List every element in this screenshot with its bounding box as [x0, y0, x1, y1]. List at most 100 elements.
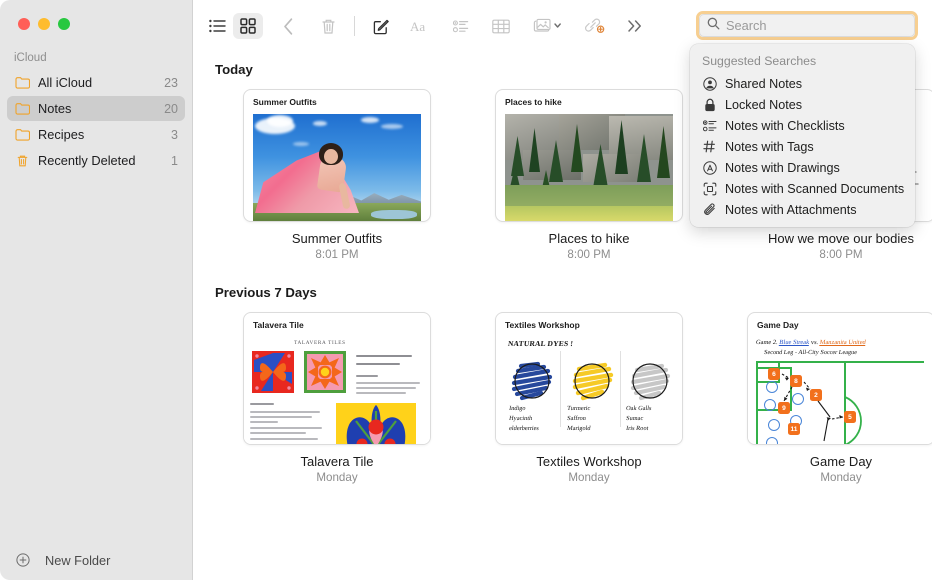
note-card-places-to-hike[interactable]: Places to hike: [463, 89, 715, 261]
note-card-textiles-workshop[interactable]: Textiles Workshop NATURAL DYES !: [463, 312, 715, 484]
new-folder-button[interactable]: New Folder: [0, 540, 192, 580]
sidebar-item-recently-deleted[interactable]: Recently Deleted 1: [7, 148, 185, 173]
suggested-search-locked-notes[interactable]: Locked Notes: [690, 94, 915, 115]
gallery-view-icon[interactable]: [233, 13, 263, 39]
talavera-tile-yellow: [336, 403, 416, 444]
suggested-search-label: Notes with Attachments: [725, 203, 857, 217]
note-card-thumbnail[interactable]: Summer Outfits: [243, 89, 431, 222]
sidebar-item-label: Recipes: [38, 127, 171, 142]
dye-label-line-2: Saffron: [566, 415, 586, 423]
note-card-time: 8:00 PM: [463, 246, 715, 261]
talavera-tile-red: [252, 351, 294, 393]
suggested-search-notes-with-tags[interactable]: Notes with Tags: [690, 136, 915, 157]
dye-swatch-indigo: [508, 355, 556, 403]
dye-label-line-1: Oak Galls: [625, 405, 652, 413]
note-card-heading: Textiles Workshop: [496, 313, 682, 334]
note-card-talavera-tile[interactable]: Talavera Tile TALAVERA TILES: [211, 312, 463, 484]
sidebar-item-count: 20: [164, 102, 178, 116]
natural-dye-swatches: NATURAL DYES !: [496, 337, 682, 444]
sidebar-item-label: Recently Deleted: [38, 153, 171, 168]
scan-document-icon: [702, 181, 717, 196]
search-input[interactable]: Search: [699, 14, 915, 37]
note-card-time: Monday: [463, 469, 715, 484]
search-field[interactable]: Search: [696, 11, 918, 40]
sidebar-section-label: iCloud: [0, 30, 192, 70]
lock-icon: [702, 97, 717, 112]
note-card-preview: NATURAL DYES !: [496, 337, 682, 444]
note-card-heading: Game Day: [748, 313, 932, 334]
more-chevrons-icon[interactable]: [620, 13, 650, 39]
svg-text:Aa: Aa: [410, 19, 425, 34]
note-card-title: Summer Outfits: [211, 222, 463, 246]
dye-label-line-3: elderberries: [508, 425, 539, 433]
suggested-search-shared-notes[interactable]: Shared Notes: [690, 73, 915, 94]
suggested-search-label: Shared Notes: [725, 77, 802, 91]
note-card-thumbnail[interactable]: Talavera Tile TALAVERA TILES: [243, 312, 431, 445]
note-card-heading: Talavera Tile: [244, 313, 430, 334]
format-text-icon[interactable]: Aa: [406, 13, 436, 39]
note-card-game-day[interactable]: Game Day Game 2. Blue Streak vs. Manzani…: [715, 312, 932, 484]
note-card-preview: Game 2. Blue Streak vs. Manzanita United…: [748, 337, 932, 444]
note-card-time: Monday: [715, 469, 932, 484]
group-heading-previous-7-days: Previous 7 Days: [193, 261, 932, 300]
notes-window: iCloud All iCloud 23 Notes 20: [0, 0, 932, 580]
folder-icon: [14, 126, 31, 143]
sidebar-item-all-icloud[interactable]: All iCloud 23: [7, 70, 185, 95]
sidebar-item-notes[interactable]: Notes 20: [7, 96, 185, 121]
dye-label-line-2: Hyacinth: [508, 415, 532, 423]
back-chevron-icon[interactable]: [273, 13, 303, 39]
note-card-time: 8:00 PM: [715, 246, 932, 261]
sidebar: iCloud All iCloud 23 Notes 20: [0, 0, 193, 580]
note-card-preview: [244, 114, 430, 221]
paperclip-icon: [702, 202, 717, 217]
note-card-thumbnail[interactable]: Textiles Workshop NATURAL DYES !: [495, 312, 683, 445]
photo-mountain-trees: [505, 114, 673, 221]
note-card-time: Monday: [211, 469, 463, 484]
suggested-search-notes-with-drawings[interactable]: Notes with Drawings: [690, 157, 915, 178]
note-card-summer-outfits[interactable]: Summer Outfits: [211, 89, 463, 261]
drawing-icon: [702, 160, 717, 175]
talavera-date-line: [356, 363, 400, 365]
dye-label-line-1: Turmeric: [566, 405, 590, 413]
share-link-icon[interactable]: [580, 13, 610, 39]
sidebar-item-count: 23: [164, 76, 178, 90]
plus-circle-icon: [14, 552, 31, 569]
suggested-search-notes-with-checklists[interactable]: Notes with Checklists: [690, 115, 915, 136]
note-card-heading: Places to hike: [496, 90, 682, 111]
table-icon[interactable]: [486, 13, 516, 39]
dye-swatch-oak-galls: [626, 355, 674, 403]
person-circle-icon: [702, 76, 717, 91]
close-window-button[interactable]: [18, 18, 30, 30]
suggested-search-label: Notes with Drawings: [725, 161, 840, 175]
notes-grid-previous-7-days: Talavera Tile TALAVERA TILES: [193, 300, 932, 484]
suggested-search-notes-with-attachments[interactable]: Notes with Attachments: [690, 199, 915, 220]
photo-person-pink-dress: [253, 114, 421, 221]
note-card-heading: Summer Outfits: [244, 90, 430, 111]
checklist-icon: [702, 118, 717, 133]
sidebar-item-count: 1: [171, 154, 178, 168]
zoom-window-button[interactable]: [58, 18, 70, 30]
toolbar-divider: [354, 16, 355, 36]
list-view-icon[interactable]: [203, 13, 233, 39]
delete-note-icon[interactable]: [313, 13, 343, 39]
media-icon[interactable]: [526, 13, 570, 39]
note-card-title: Places to hike: [463, 222, 715, 246]
suggested-search-notes-with-scanned-documents[interactable]: Notes with Scanned Documents: [690, 178, 915, 199]
traffic-light-controls: [0, 0, 192, 30]
checklist-icon[interactable]: [446, 13, 476, 39]
sidebar-item-recipes[interactable]: Recipes 3: [7, 122, 185, 147]
note-card-thumbnail[interactable]: Game Day Game 2. Blue Streak vs. Manzani…: [747, 312, 932, 445]
note-card-preview: [496, 114, 682, 221]
new-folder-label: New Folder: [45, 553, 110, 568]
suggested-searches-header: Suggested Searches: [690, 50, 915, 73]
sidebar-item-label: All iCloud: [38, 75, 164, 90]
note-card-title: Game Day: [715, 445, 932, 469]
search-placeholder: Search: [726, 18, 767, 33]
trash-icon: [14, 152, 31, 169]
compose-note-icon[interactable]: [366, 13, 396, 39]
note-card-thumbnail[interactable]: Places to hike: [495, 89, 683, 222]
folder-icon: [14, 74, 31, 91]
minimize-window-button[interactable]: [38, 18, 50, 30]
dye-label-line-2: Sumac: [625, 415, 643, 423]
folder-icon: [14, 100, 31, 117]
